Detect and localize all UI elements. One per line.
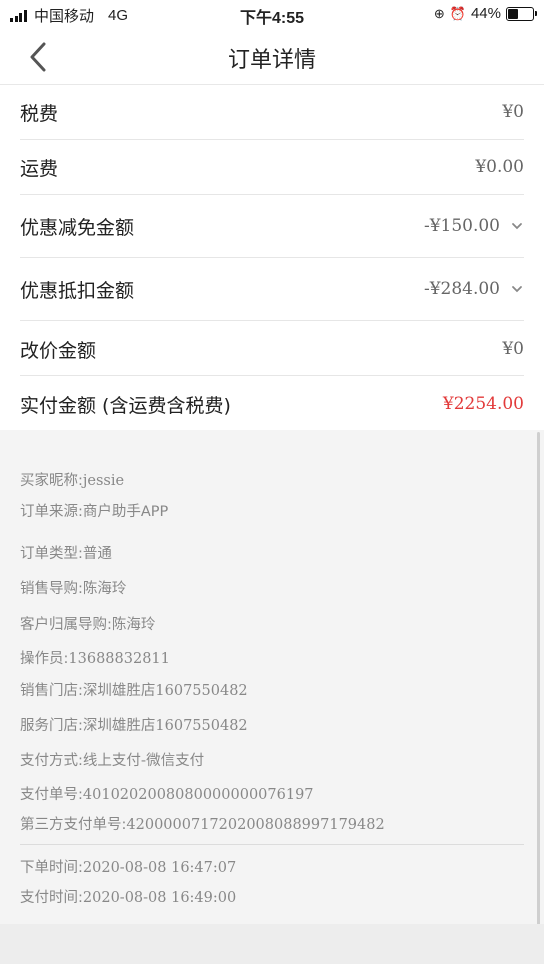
info-value: 13688832811 — [68, 651, 170, 667]
amount-value-wrap: -¥150.00 — [424, 216, 524, 236]
info-label: 操作员: — [20, 651, 69, 667]
info-label: 服务门店: — [20, 718, 83, 734]
amount-label: 改价金额 — [20, 339, 97, 362]
divider — [20, 844, 524, 845]
amount-value: ¥0.00 — [475, 157, 524, 177]
info-operator: 操作员:13688832811 — [20, 647, 170, 668]
info-value: 2020-08-08 16:49:00 — [82, 890, 237, 906]
info-value: 普通 — [82, 546, 112, 562]
total-amount-value: ¥2254.00 — [442, 394, 524, 414]
info-label: 下单时间: — [20, 860, 83, 876]
info-label: 第三方支付单号: — [20, 817, 127, 833]
nav-bar: 订单详情 — [0, 30, 544, 85]
amount-label: 优惠减免金额 — [20, 216, 135, 239]
scrollbar[interactable] — [537, 432, 540, 952]
amount-row-shipping: 运费 ¥0.00 — [20, 152, 524, 182]
status-bar: 中国移动 4G 下午4:55 ⊕ ⏰ 44% — [0, 0, 544, 30]
orientation-lock-icon: ⊕ — [433, 5, 445, 21]
info-value: 2020-08-08 16:47:07 — [82, 860, 237, 876]
chevron-down-icon[interactable] — [510, 219, 524, 233]
info-service-store: 服务门店:深圳雄胜店1607550482 — [20, 714, 248, 735]
amount-value: ¥0 — [502, 102, 524, 122]
info-customer-guide: 客户归属导购:陈海玲 — [20, 613, 155, 634]
battery-icon — [506, 6, 537, 21]
info-label: 销售门店: — [20, 683, 83, 699]
divider — [20, 194, 524, 195]
info-sales-store: 销售门店:深圳雄胜店1607550482 — [20, 679, 248, 700]
info-third-party-no: 第三方支付单号:4200000717202008088997179482 — [20, 813, 385, 834]
info-value: 深圳雄胜店1607550482 — [82, 683, 248, 699]
divider — [20, 375, 524, 376]
amount-row-deduction[interactable]: 优惠抵扣金额 -¥284.00 — [20, 274, 524, 304]
info-value: 陈海玲 — [82, 581, 127, 597]
page-title: 订单详情 — [227, 48, 316, 73]
amount-card: 税费 ¥0 运费 ¥0.00 优惠减免金额 -¥150.00 优惠抵扣金额 -¥… — [0, 85, 544, 430]
info-value: 4200000717202008088997179482 — [126, 817, 385, 833]
info-value: 线上支付-微信支付 — [82, 753, 205, 769]
amount-row-total: 实付金额 (含运费含税费) ¥2254.00 — [20, 389, 524, 419]
info-order-source: 订单来源:商户助手APP — [20, 500, 168, 521]
amount-label: 税费 — [20, 102, 59, 125]
info-value: 4010202008080000000076197 — [82, 787, 314, 803]
info-payment-method: 支付方式:线上支付-微信支付 — [20, 749, 204, 770]
info-label: 订单类型: — [20, 546, 83, 562]
alarm-icon: ⏰ — [449, 5, 466, 21]
info-sales-guide: 销售导购:陈海玲 — [20, 577, 126, 598]
divider — [20, 320, 524, 321]
battery-percent: 44% — [470, 5, 501, 22]
info-label: 销售导购: — [20, 581, 83, 597]
info-order-time: 下单时间:2020-08-08 16:47:07 — [20, 856, 236, 877]
info-label: 支付方式: — [20, 753, 83, 769]
info-payment-no: 支付单号:4010202008080000000076197 — [20, 783, 314, 804]
order-info-section: 买家昵称:jessie 订单来源:商户助手APP 订单类型:普通 销售导购:陈海… — [0, 448, 544, 924]
info-value: 深圳雄胜店1607550482 — [82, 718, 248, 734]
amount-value: -¥150.00 — [423, 216, 500, 236]
info-value: jessie — [82, 473, 125, 489]
info-pay-time: 支付时间:2020-08-08 16:49:00 — [20, 886, 236, 907]
chevron-down-icon[interactable] — [510, 282, 524, 296]
amount-label: 运费 — [20, 157, 59, 180]
info-order-type: 订单类型:普通 — [20, 542, 112, 563]
info-label: 订单来源: — [20, 504, 83, 520]
amount-row-discount[interactable]: 优惠减免金额 -¥150.00 — [20, 211, 524, 241]
info-label: 买家昵称: — [20, 473, 83, 489]
info-buyer-nickname: 买家昵称:jessie — [20, 469, 124, 490]
amount-row-price-change: 改价金额 ¥0 — [20, 334, 524, 364]
status-bar-right: ⊕ ⏰ 44% — [433, 5, 537, 22]
info-value: 陈海玲 — [111, 617, 156, 633]
info-label: 支付时间: — [20, 890, 83, 906]
bottom-area — [0, 924, 544, 964]
info-label: 支付单号: — [20, 787, 83, 803]
amount-label: 优惠抵扣金额 — [20, 279, 135, 302]
info-value: 商户助手APP — [82, 504, 169, 520]
amount-value: -¥284.00 — [423, 279, 500, 299]
divider — [20, 257, 524, 258]
amount-value: ¥0 — [502, 339, 524, 359]
divider — [20, 139, 524, 140]
info-label: 客户归属导购: — [20, 617, 112, 633]
amount-row-tax: 税费 ¥0 — [20, 97, 524, 127]
amount-label: 实付金额 (含运费含税费) — [20, 394, 231, 417]
amount-value-wrap: -¥284.00 — [424, 279, 524, 299]
